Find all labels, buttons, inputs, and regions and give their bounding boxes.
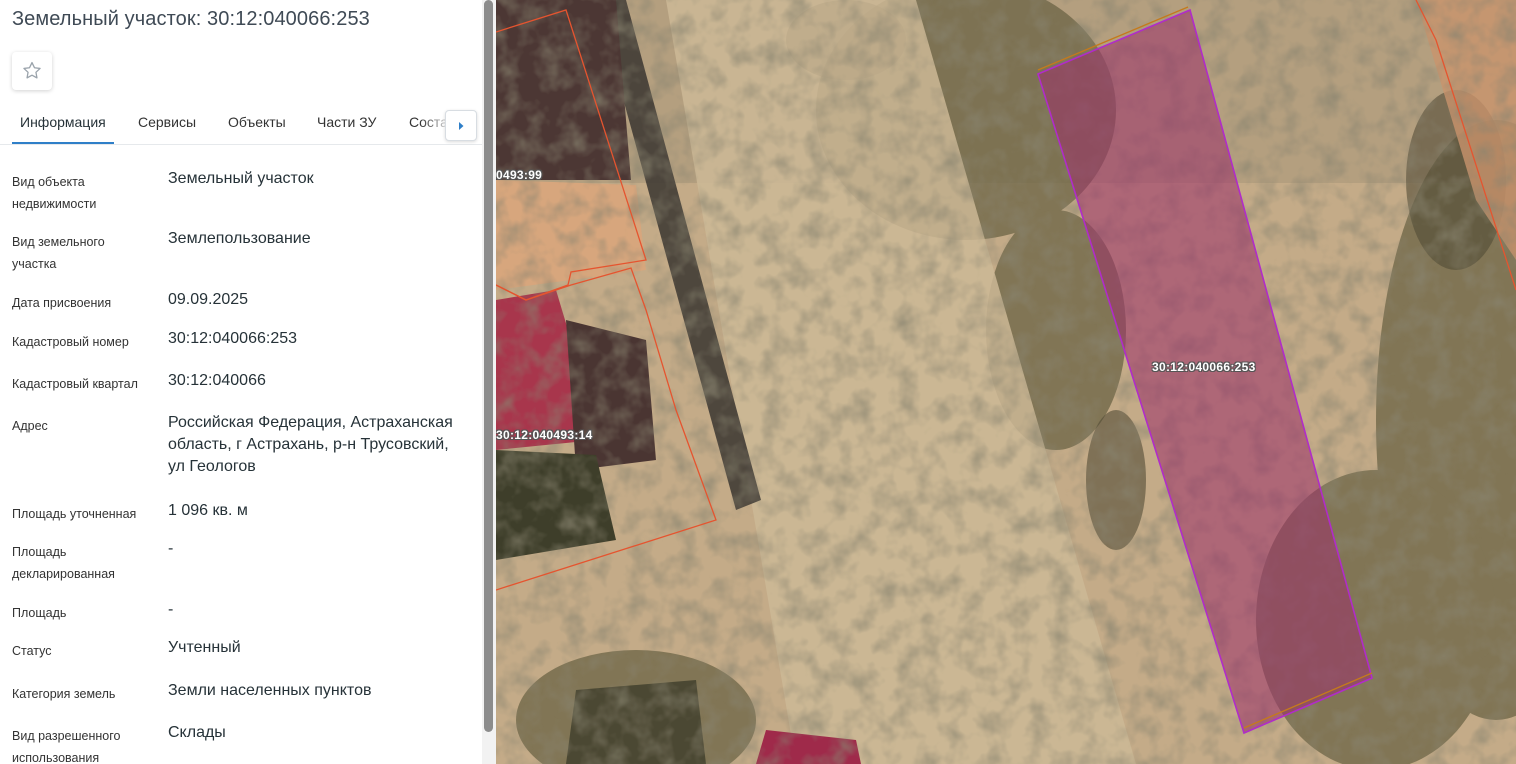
info-value: - bbox=[168, 601, 174, 618]
parcel-label-neighbor[interactable]: 30:12:040493:14 bbox=[496, 428, 593, 442]
active-tab-indicator bbox=[12, 142, 114, 144]
info-label: Кадастровый квартал bbox=[12, 377, 138, 391]
info-label: Дата присвоения bbox=[12, 296, 112, 310]
star-outline-icon bbox=[23, 61, 41, 79]
info-panel: Земельный участок: 30:12:040066:253 Инфо… bbox=[0, 0, 496, 764]
page-title: Земельный участок: 30:12:040066:253 bbox=[12, 8, 370, 30]
tab-objects[interactable]: Объекты bbox=[228, 114, 286, 130]
info-value: Учтенный bbox=[168, 639, 241, 656]
tabs-scroll-right-button[interactable] bbox=[445, 110, 477, 141]
chevron-right-icon bbox=[459, 121, 464, 130]
info-value: Земли населенных пунктов bbox=[168, 682, 372, 699]
info-value: 30:12:040066 bbox=[168, 372, 266, 389]
info-value: 1 096 кв. м bbox=[168, 502, 248, 519]
tab-land-parts[interactable]: Части ЗУ bbox=[317, 114, 376, 130]
info-value: Землепользование bbox=[168, 230, 311, 247]
info-label: Площадь уточненная bbox=[12, 507, 137, 521]
info-label: Кадастровый номер bbox=[12, 335, 129, 349]
parcel-label-neighbor[interactable]: 0493:99 bbox=[496, 168, 542, 182]
tab-services[interactable]: Сервисы bbox=[138, 114, 196, 130]
tab-information[interactable]: Информация bbox=[20, 114, 106, 130]
info-label: Статус bbox=[12, 644, 52, 658]
info-label: Вид земельного участка bbox=[12, 235, 105, 271]
parcel-label-selected[interactable]: 30:12:040066:253 bbox=[1152, 360, 1256, 374]
favorite-button[interactable] bbox=[12, 52, 52, 90]
info-value: - bbox=[168, 540, 174, 557]
info-label: Вид разрешенного использования bbox=[12, 729, 121, 764]
info-value: 30:12:040066:253 bbox=[168, 330, 298, 347]
info-value: Склады bbox=[168, 724, 226, 741]
info-label: Площадь bbox=[12, 606, 67, 620]
info-value: 09.09.2025 bbox=[168, 291, 249, 308]
info-label: Категория земель bbox=[12, 687, 116, 701]
map-view[interactable]: 30:12:040066:253 0493:99 30:12:040493:14 bbox=[496, 0, 1516, 764]
info-value: Российская Федерация, Астраханская облас… bbox=[168, 414, 453, 475]
info-label: Площадь декларированная bbox=[12, 545, 115, 581]
satellite-imagery bbox=[496, 0, 1516, 764]
info-label: Адрес bbox=[12, 419, 48, 433]
panel-scrollbar-thumb[interactable] bbox=[484, 0, 493, 732]
info-value: Земельный участок bbox=[168, 170, 314, 187]
tab-bar: Информация Сервисы Объекты Части ЗУ Сост… bbox=[0, 102, 482, 145]
info-label: Вид объекта недвижимости bbox=[12, 175, 97, 211]
